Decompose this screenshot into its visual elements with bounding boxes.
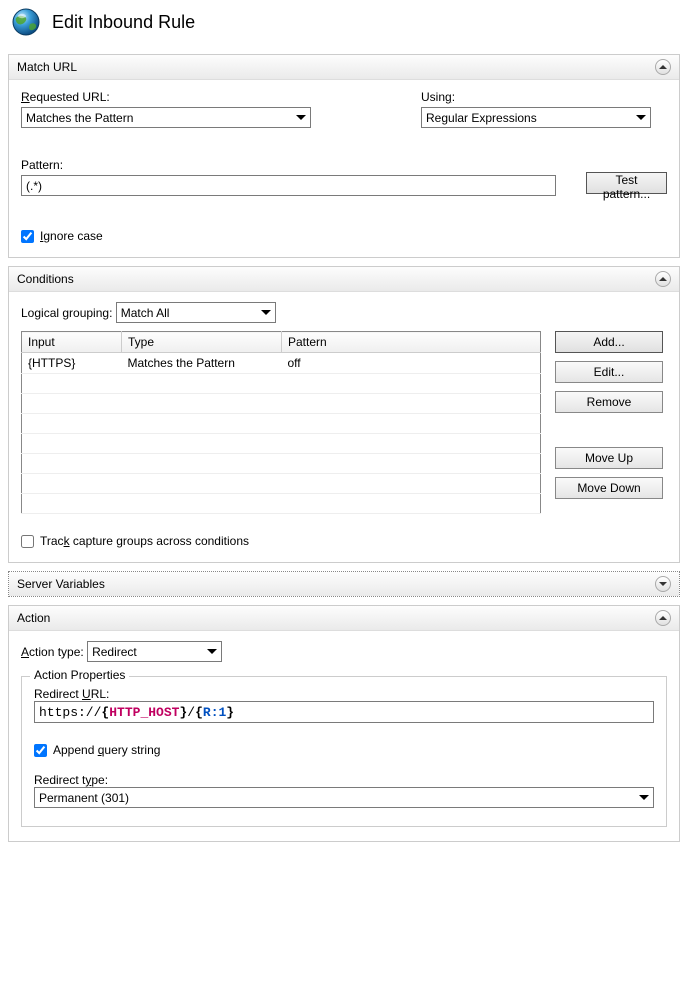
redirect-url-input[interactable]: https://{HTTP_HOST}/{R:1}	[34, 701, 654, 723]
expand-button[interactable]	[655, 576, 671, 592]
redirect-url-label: Redirect URL:	[34, 687, 109, 701]
action-type-select[interactable]: Redirect	[87, 641, 222, 662]
table-row[interactable]	[22, 394, 541, 414]
table-row[interactable]	[22, 434, 541, 454]
action-panel: Action Action type: Redirect Action Prop…	[8, 605, 680, 842]
table-row[interactable]	[22, 414, 541, 434]
page-title: Edit Inbound Rule	[52, 12, 195, 33]
move-up-button[interactable]: Move Up	[555, 447, 663, 469]
match-url-panel: Match URL Requested URL: Matches the Pat…	[8, 54, 680, 258]
server-variables-header: Server Variables	[9, 572, 679, 596]
using-label: Using:	[421, 90, 651, 104]
table-row[interactable]	[22, 454, 541, 474]
action-header: Action	[9, 606, 679, 631]
table-row[interactable]	[22, 474, 541, 494]
match-url-title: Match URL	[17, 60, 77, 74]
col-pattern[interactable]: Pattern	[282, 332, 541, 353]
server-variables-title: Server Variables	[17, 577, 105, 591]
server-variables-panel: Server Variables	[8, 571, 680, 597]
redirect-type-select[interactable]: Permanent (301)	[34, 787, 654, 808]
move-down-button[interactable]: Move Down	[555, 477, 663, 499]
globe-icon	[10, 6, 42, 38]
action-type-label: Action type:	[21, 645, 84, 659]
logical-grouping-select[interactable]: Match All	[116, 302, 276, 323]
requested-url-select[interactable]: Matches the Pattern	[21, 107, 311, 128]
append-query-string-checkbox[interactable]	[34, 744, 47, 757]
track-capture-label: Track capture groups across conditions	[40, 534, 249, 548]
logical-grouping-label: Logical grouping:	[21, 306, 112, 320]
conditions-table[interactable]: Input Type Pattern {HTTPS} Matches the P…	[21, 331, 541, 514]
table-row[interactable]: {HTTPS} Matches the Pattern off	[22, 353, 541, 374]
page-header: Edit Inbound Rule	[0, 0, 688, 48]
remove-button[interactable]: Remove	[555, 391, 663, 413]
conditions-panel: Conditions Logical grouping: Match All I…	[8, 266, 680, 563]
action-properties-legend: Action Properties	[30, 668, 129, 682]
collapse-button[interactable]	[655, 59, 671, 75]
col-input[interactable]: Input	[22, 332, 122, 353]
track-capture-checkbox[interactable]	[21, 535, 34, 548]
using-select[interactable]: Regular Expressions	[421, 107, 651, 128]
pattern-input[interactable]	[21, 175, 556, 196]
ignore-case-label: Ignore case	[40, 229, 103, 243]
test-pattern-button[interactable]: Test pattern...	[586, 172, 667, 194]
add-button[interactable]: Add...	[555, 331, 663, 353]
redirect-type-label: Redirect type:	[34, 773, 108, 787]
col-type[interactable]: Type	[122, 332, 282, 353]
conditions-header: Conditions	[9, 267, 679, 292]
requested-url-label: Requested URL:	[21, 90, 311, 104]
action-properties-fieldset: Action Properties Redirect URL: https://…	[21, 676, 667, 827]
collapse-button[interactable]	[655, 271, 671, 287]
action-title: Action	[17, 611, 50, 625]
conditions-title: Conditions	[17, 272, 74, 286]
table-row[interactable]	[22, 374, 541, 394]
collapse-button[interactable]	[655, 610, 671, 626]
ignore-case-checkbox[interactable]	[21, 230, 34, 243]
match-url-header: Match URL	[9, 55, 679, 80]
table-row[interactable]	[22, 494, 541, 514]
append-query-string-label: Append query string	[53, 743, 160, 757]
edit-button[interactable]: Edit...	[555, 361, 663, 383]
pattern-label: Pattern:	[21, 158, 556, 172]
